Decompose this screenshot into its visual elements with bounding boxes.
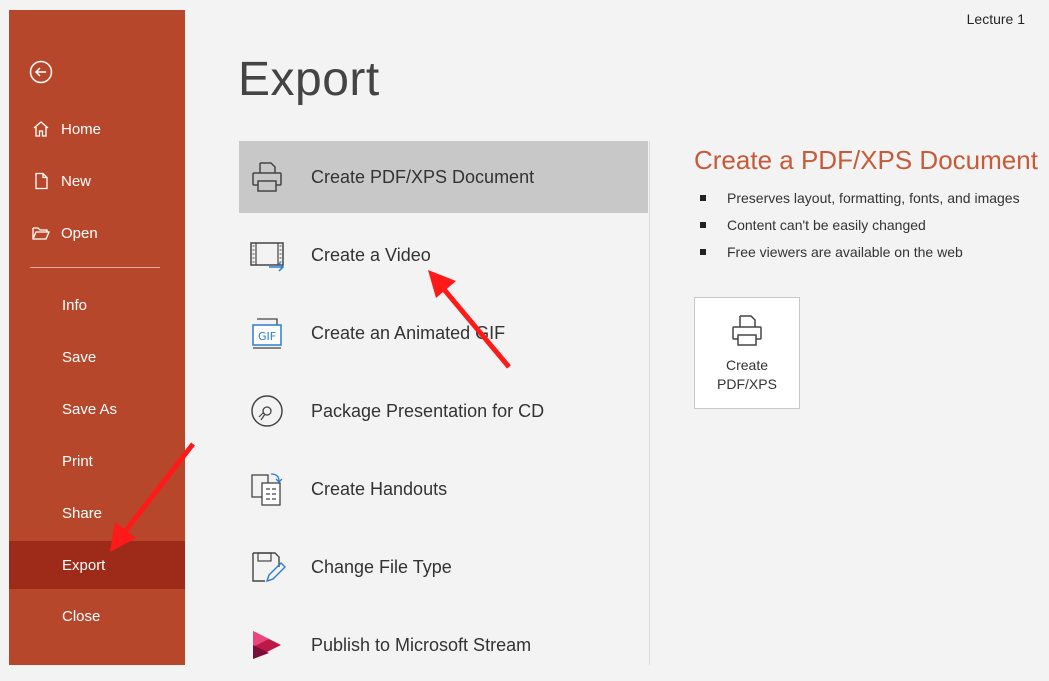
sidebar-item-label: Save xyxy=(62,348,97,366)
video-film-icon xyxy=(245,233,289,277)
option-create-handouts[interactable]: Create Handouts xyxy=(239,453,648,525)
option-label: Change File Type xyxy=(311,556,452,577)
option-label: Package Presentation for CD xyxy=(311,400,545,421)
export-options-list: Create PDF/XPS Document Create a Video G… xyxy=(239,141,650,665)
home-icon xyxy=(31,119,51,139)
bullet-item: Content can't be easily changed xyxy=(700,211,1020,238)
sidebar-item-label: Open xyxy=(61,224,98,242)
pdf-xps-printer-icon xyxy=(732,315,762,346)
option-change-file-type[interactable]: Change File Type xyxy=(239,531,648,603)
back-button[interactable] xyxy=(29,60,53,84)
option-label: Publish to Microsoft Stream xyxy=(311,634,532,655)
back-arrow-circle-icon xyxy=(29,60,53,84)
sidebar-item-new[interactable]: New xyxy=(9,158,185,204)
sidebar-item-label: Save As xyxy=(62,400,118,418)
create-button-label: Create PDF/XPS xyxy=(717,357,777,392)
microsoft-stream-icon xyxy=(245,623,289,667)
sidebar-item-share[interactable]: Share xyxy=(9,490,185,536)
bullet-item: Free viewers are available on the web xyxy=(700,238,1020,265)
new-document-icon xyxy=(31,171,51,191)
window-edge xyxy=(0,0,9,665)
sidebar-item-open[interactable]: Open xyxy=(9,210,185,256)
option-create-animated-gif[interactable]: GIF Create an Animated GIF xyxy=(239,297,648,369)
sidebar-item-save-as[interactable]: Save As xyxy=(9,386,185,432)
open-folder-icon xyxy=(31,223,51,243)
sidebar-item-info[interactable]: Info xyxy=(9,282,185,328)
option-publish-microsoft-stream[interactable]: Publish to Microsoft Stream xyxy=(239,609,648,681)
detail-bullets: Preserves layout, formatting, fonts, and… xyxy=(700,184,1020,265)
page-title: Export xyxy=(238,53,380,106)
sidebar-item-label: Share xyxy=(62,504,103,522)
sidebar-item-label: Close xyxy=(62,607,101,625)
backstage-sidebar: Home New Open Info Save Save As Print Sh… xyxy=(9,10,185,665)
document-title: Lecture 1 xyxy=(966,11,1025,27)
option-create-pdf-xps[interactable]: Create PDF/XPS Document xyxy=(239,141,648,213)
option-create-video[interactable]: Create a Video xyxy=(239,219,648,291)
create-pdf-xps-button[interactable]: Create PDF/XPS xyxy=(694,297,800,409)
option-package-presentation-cd[interactable]: Package Presentation for CD xyxy=(239,375,648,447)
sidebar-item-export[interactable]: Export xyxy=(9,541,185,589)
option-label: Create a Video xyxy=(311,244,431,265)
option-label: Create Handouts xyxy=(311,478,448,499)
sidebar-item-home[interactable]: Home xyxy=(9,106,185,152)
sidebar-item-label: Print xyxy=(62,452,93,470)
sidebar-item-label: Home xyxy=(61,120,102,138)
svg-text:GIF: GIF xyxy=(258,330,276,343)
sidebar-item-close[interactable]: Close xyxy=(9,593,185,639)
change-file-type-icon xyxy=(245,545,289,589)
bullet-item: Preserves layout, formatting, fonts, and… xyxy=(700,184,1020,211)
sidebar-item-print[interactable]: Print xyxy=(9,438,185,484)
cd-disc-icon xyxy=(245,389,289,433)
option-label: Create an Animated GIF xyxy=(311,322,506,343)
detail-title: Create a PDF/XPS Document xyxy=(694,145,1038,175)
sidebar-item-save[interactable]: Save xyxy=(9,334,185,380)
option-label: Create PDF/XPS Document xyxy=(311,166,535,187)
handouts-icon xyxy=(245,467,289,511)
sidebar-item-label: New xyxy=(61,172,92,190)
gif-icon: GIF xyxy=(245,311,289,355)
sidebar-divider xyxy=(30,267,160,268)
pdf-xps-printer-icon xyxy=(245,155,289,199)
sidebar-item-label: Export xyxy=(62,556,106,574)
sidebar-item-label: Info xyxy=(62,296,88,314)
